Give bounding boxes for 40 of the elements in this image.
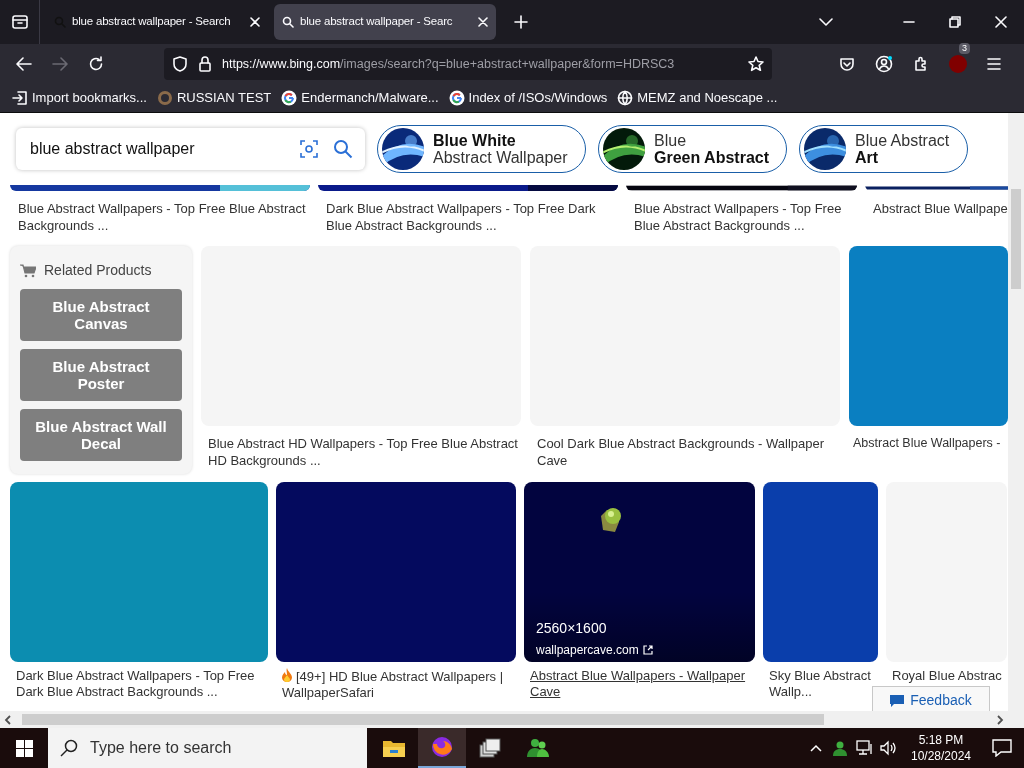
product-button[interactable]: Blue Abstract Wall Decal xyxy=(20,409,182,461)
suggestion-text: Green Abstract xyxy=(654,149,769,166)
clock[interactable]: 5:18 PM 10/28/2024 xyxy=(904,732,978,764)
suggestion-text: Blue xyxy=(654,132,688,149)
badge-count: 3 xyxy=(959,43,970,54)
bookmark-item[interactable]: Index of /ISOs/Windows xyxy=(448,88,608,108)
tab-title: blue abstract wallpaper - Search xyxy=(72,14,232,30)
image-caption[interactable]: [49+] HD Blue Abstract Wallpapers | WallpaperSafari xyxy=(282,668,516,701)
image-size: 2560×1600 xyxy=(536,619,607,638)
image-caption[interactable]: Royal Blue Abstrac xyxy=(892,668,1002,684)
suggestion-text: Art xyxy=(855,149,880,166)
taskbar-search-field[interactable]: Type here to search xyxy=(48,728,367,768)
source-link[interactable]: wallpapercave.com xyxy=(536,641,653,659)
image-caption[interactable]: Blue Abstract Wallpapers - Top Free Blue Abstract Backgrounds ... xyxy=(626,200,857,234)
panel-title: Related Products xyxy=(44,261,152,280)
image-caption[interactable]: Dark Blue Abstract Wallpapers - Top Free Dark Blue Abstract Backgrounds ... xyxy=(318,200,618,234)
image-caption[interactable]: Blue Abstract HD Wallpapers - Top Free Blue Abstract HD Backgrounds ... xyxy=(201,435,521,469)
bookmark-item[interactable]: MEMZ and Noescape ... xyxy=(617,88,778,108)
image-caption[interactable]: Abstract Blue Wallpapers - Wallpaper Cave xyxy=(530,668,755,700)
image-caption[interactable]: Blue Abstract Wallpapers - Top Free Blue Abstract Backgrounds ... xyxy=(10,200,310,234)
suggestion-text: Abstract Wallpaper xyxy=(433,149,568,166)
image-caption[interactable]: Abstract Blue Wallpape xyxy=(865,200,1008,217)
url-text: https://www.bing.com/images/search?q=blue+abstract+wallpaper&form=HDRSC3 xyxy=(222,55,676,73)
image-caption[interactable]: Abstract Blue Wallpapers - xyxy=(849,435,1008,452)
bookmark-item[interactable]: Endermanch/Malware... xyxy=(281,88,439,108)
search-field[interactable]: blue abstract wallpaper xyxy=(16,128,365,170)
feedback-button[interactable]: Feedback xyxy=(872,686,990,711)
product-button[interactable]: Blue Abstract Poster xyxy=(20,349,182,401)
tab-title: blue abstract wallpaper - Searc xyxy=(300,14,454,30)
product-button[interactable]: Blue Abstract Canvas xyxy=(20,289,182,341)
bookmark-item[interactable]: RUSSIAN TEST xyxy=(156,88,272,108)
image-caption[interactable]: Dark Blue Abstract Wallpapers - Top Free Dark Blue Abstract Backgrounds ... xyxy=(16,668,268,700)
image-caption[interactable]: Cool Dark Blue Abstract Backgrounds - Wallpaper Cave xyxy=(530,435,840,469)
bookmark-item[interactable]: Import bookmarks... xyxy=(12,88,147,108)
browser-tab[interactable]: blue abstract wallpaper - Searc xyxy=(274,4,496,40)
address-bar[interactable]: https://www.bing.com/images/search?q=blue+abstract+wallpaper&form=HDRSC3 xyxy=(164,48,772,80)
suggestion-text: Blue Abstract xyxy=(855,132,950,149)
suggestion-text: Blue White xyxy=(433,132,517,149)
browser-tab[interactable]: blue abstract wallpaper - Search xyxy=(46,4,268,40)
image-placeholder[interactable]: 2560×1600 wallpapercave.com xyxy=(524,482,755,662)
